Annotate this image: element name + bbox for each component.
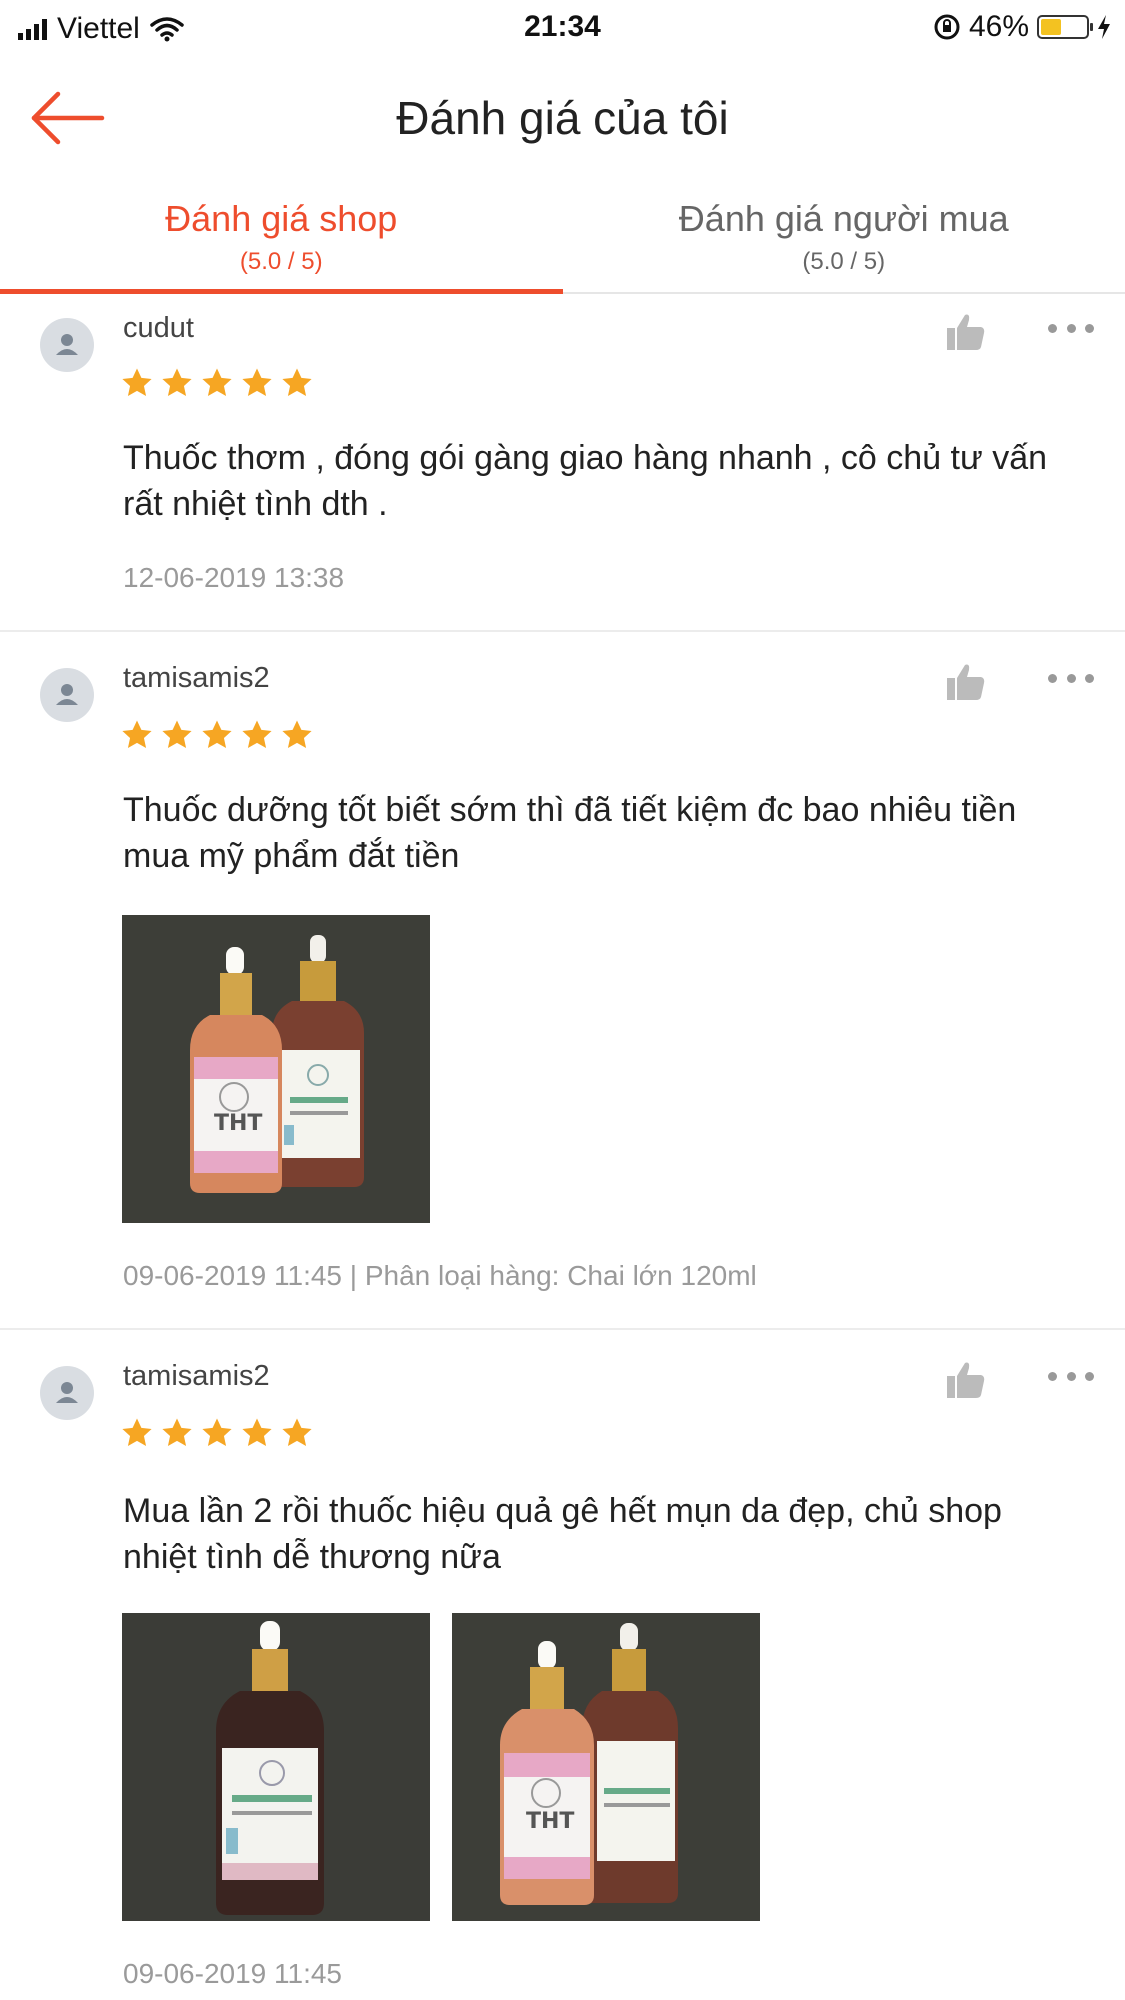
thumbs-up-icon[interactable] [945,662,987,702]
avatar [40,668,94,722]
tab-label: Đánh giá shop [165,198,398,239]
review-item: cudut Thuốc thơm , đóng gói gàng giao hà… [0,294,1125,630]
reviewer-name: tamisamis2 [123,662,270,694]
more-options-icon[interactable] [1048,1372,1094,1384]
user-icon [56,334,78,355]
avatar [40,318,94,372]
star-icon [280,1416,314,1450]
two-bottles-photo: THT [122,915,430,1223]
star-icon [120,1416,154,1450]
review-text: Thuốc dưỡng tốt biết sớm thì đã tiết kiệ… [123,791,1017,875]
review-meta: 09-06-2019 11:45 | Phân loại hàng: Chai … [123,1260,757,1291]
star-icon [200,366,234,400]
star-icon [240,1416,274,1450]
review-item: tamisamis2 Mua lần 2 rồi thuốc hiệu quả … [0,1330,1125,2000]
tab-score: (5.0 / 5) [802,248,886,275]
avatar [40,1366,94,1420]
star-icon [280,366,314,400]
two-bottles-photo: THT [452,1613,760,1921]
battery-percent: 46% [968,10,1029,43]
tab-bar: Đánh giá shop (5.0 / 5) Đánh giá người m… [0,180,1125,294]
review-timestamp: 12-06-2019 13:38 [123,562,345,593]
review-item: tamisamis2 Thuốc dưỡng tốt biết sớm thì … [0,632,1125,1328]
more-options-icon[interactable] [1048,324,1094,336]
star-icon [160,1416,194,1450]
tab-label: Đánh giá người mua [678,198,1009,239]
star-icon [200,1416,234,1450]
star-rating [120,366,314,400]
star-rating [120,1416,314,1450]
dark-bottle-photo [122,1613,430,1921]
tab-buyer-reviews[interactable]: Đánh giá người mua (5.0 / 5) [563,180,1125,292]
thumbs-up-icon[interactable] [945,1360,987,1400]
tab-score: (5.0 / 5) [239,248,323,275]
review-photo[interactable]: THT [122,915,430,1223]
reviewer-name: cudut [123,312,194,344]
star-rating [120,718,314,752]
review-text: Thuốc thơm , đóng gói gàng giao hàng nha… [123,439,1048,523]
star-icon [120,718,154,752]
header: Đánh giá của tôi [0,58,1125,178]
svg-text:THT: THT [526,1809,574,1834]
star-icon [240,718,274,752]
star-icon [120,366,154,400]
reviewer-name: tamisamis2 [123,1360,270,1392]
status-bar: Viettel 21:34 46% [0,0,1125,58]
review-timestamp: 09-06-2019 11:45 [123,1958,342,1989]
battery-icon [1037,15,1093,39]
review-text: Mua lần 2 rồi thuốc hiệu quả gê hết mụn … [123,1492,1002,1576]
star-icon [160,718,194,752]
tab-shop-reviews[interactable]: Đánh giá shop (5.0 / 5) [0,180,563,294]
star-icon [160,366,194,400]
thumbs-up-icon[interactable] [945,312,987,352]
more-options-icon[interactable] [1048,674,1094,686]
user-icon [56,1382,78,1403]
star-icon [200,718,234,752]
star-icon [240,366,274,400]
rotation-lock-icon [934,14,960,40]
review-photo[interactable]: THT [452,1613,760,1921]
svg-text:THT: THT [214,1111,262,1136]
star-icon [280,718,314,752]
charging-icon [1098,15,1110,39]
review-photo[interactable] [122,1613,430,1921]
user-icon [56,684,78,705]
page-title: Đánh giá của tôi [396,92,729,144]
